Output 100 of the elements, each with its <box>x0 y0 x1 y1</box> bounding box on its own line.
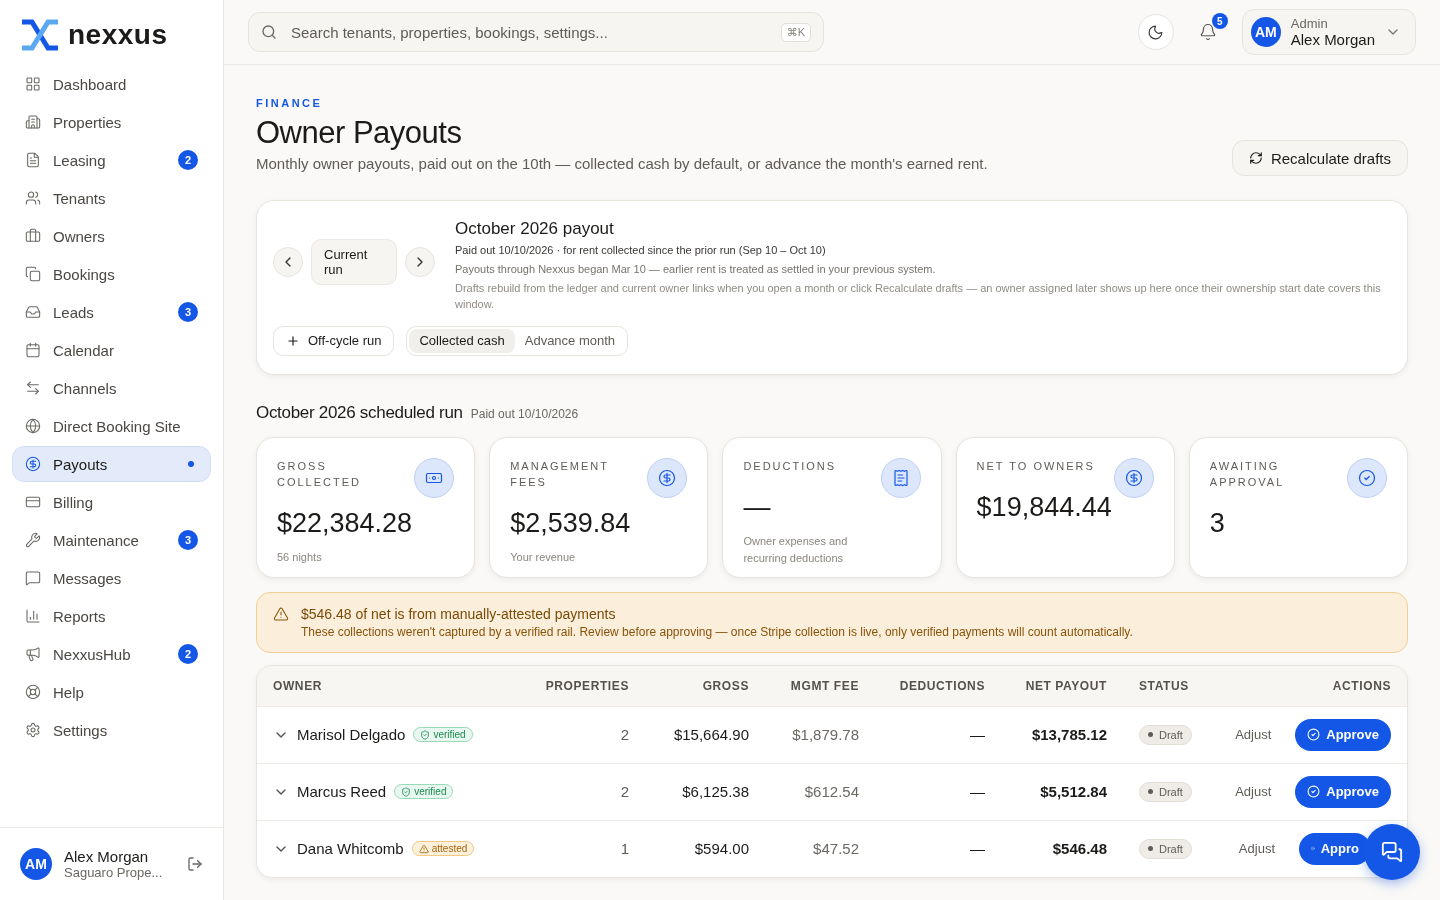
nav-icon <box>25 76 41 92</box>
chat-icon <box>1381 841 1403 863</box>
user-avatar: AM <box>1250 17 1281 47</box>
table-cell-text: 2 <box>619 726 629 744</box>
column-header: ACTIONS <box>1331 678 1391 693</box>
approve-button[interactable]: Approve <box>1295 775 1391 808</box>
active-dot <box>188 461 194 467</box>
nav-icon <box>25 608 41 624</box>
nav-icon <box>25 190 41 206</box>
adjust-button[interactable]: Adjust <box>1229 726 1278 744</box>
shield-check-icon <box>420 729 431 740</box>
nav-icon <box>25 418 41 434</box>
logo-icon <box>20 18 60 52</box>
search-input[interactable]: Search tenants, properties, bookings, settings... <box>289 22 769 42</box>
sidebar-item[interactable]: Dashboard <box>12 66 211 102</box>
nav-icon <box>25 570 41 586</box>
sidebar-item[interactable]: Properties <box>12 104 211 140</box>
nav-icon <box>25 722 41 738</box>
count-badge: 2 <box>178 644 198 664</box>
period-button[interactable]: Current run <box>311 239 397 285</box>
user-name: Alex Morgan <box>64 848 150 865</box>
shield-check-icon <box>401 786 412 797</box>
stat-note: Your revenue <box>510 549 577 565</box>
search-icon <box>261 24 277 40</box>
notification-count: 5 <box>1211 13 1228 29</box>
count-badge: 2 <box>178 150 198 170</box>
sidebar-item[interactable]: Maintenance 3 <box>12 522 211 558</box>
off-cycle-button[interactable]: Off-cycle run <box>273 325 395 356</box>
sidebar-item[interactable]: Tenants <box>12 180 211 216</box>
stat-note: 56 nights <box>277 549 323 565</box>
sidebar-item[interactable]: Billing <box>12 484 211 520</box>
table-cell-text: $594.00 <box>693 840 749 858</box>
moon-icon <box>1147 23 1165 41</box>
count-badge: 3 <box>178 302 198 322</box>
logout-icon[interactable] <box>187 856 203 872</box>
sidebar-item[interactable]: Channels <box>12 370 211 406</box>
status-pill: Draft <box>1139 838 1192 859</box>
stat-value: — <box>743 491 772 523</box>
stat-value: 3 <box>1209 507 1226 539</box>
sidebar-item[interactable]: Owners <box>12 218 211 254</box>
stat-label: GROSS COLLECTED <box>277 458 363 490</box>
stat-label: NET TO OWNERS <box>976 458 1096 474</box>
warning-icon <box>418 843 429 854</box>
table-cell-text: $6,125.38 <box>681 783 749 801</box>
chat-button[interactable] <box>1364 824 1420 880</box>
sidebar-item[interactable]: Leasing 2 <box>12 142 211 178</box>
payout-info: Payouts through Nexxus began Mar 10 — earlier rent is treated as settled in your previous system. <box>455 261 937 277</box>
sidebar-item[interactable]: Calendar <box>12 332 211 368</box>
mode-tab[interactable]: Advance month <box>514 328 626 353</box>
sidebar-item[interactable]: Help <box>12 674 211 710</box>
adjust-button[interactable]: Adjust <box>1232 840 1281 858</box>
nav-icon <box>25 304 41 320</box>
plus-icon <box>286 333 300 348</box>
search-bar[interactable]: Search tenants, properties, bookings, settings... ⌘K <box>248 12 824 52</box>
stat-label: MANAGEMENT FEES <box>510 458 610 490</box>
nav-icon <box>25 646 41 662</box>
sidebar-item[interactable]: Direct Booking Site <box>12 408 211 444</box>
payment-tag: verified <box>413 727 473 743</box>
previous-button[interactable] <box>273 247 303 277</box>
nav-icon <box>25 494 41 510</box>
user-name: Alex Morgan <box>1290 31 1375 48</box>
stat-note: Owner expenses and recurring deductions <box>743 533 849 566</box>
owner-name: Marcus Reed <box>297 783 387 801</box>
table-cell-text: — <box>969 783 985 801</box>
recalculate-button[interactable]: Recalculate drafts <box>1231 140 1408 176</box>
payment-tag: verified <box>394 784 454 800</box>
nav-icon <box>25 456 41 472</box>
approve-button[interactable]: Approve <box>1295 718 1391 751</box>
sidebar-item[interactable]: Leads 3 <box>12 294 211 330</box>
payout-info: Paid out 10/10/2026 · for rent collected since the prior run (Sep 10 – Oct 10) <box>455 243 827 258</box>
refresh-icon <box>1248 151 1263 165</box>
nav-icon <box>25 342 41 358</box>
table-cell-text: $612.54 <box>803 783 859 801</box>
table-cell-text: 2 <box>619 783 629 801</box>
stat-icon <box>1347 457 1387 498</box>
warning-icon <box>273 605 289 622</box>
section-eyebrow: FINANCE <box>256 97 324 109</box>
sidebar-item[interactable]: Reports <box>12 598 211 634</box>
sidebar-item[interactable]: Payouts <box>12 446 211 482</box>
stat-label: AWAITING APPROVAL <box>1209 458 1286 490</box>
mode-tab[interactable]: Collected cash <box>409 328 515 353</box>
warning-title: $546.48 of net is from manually-attested payments <box>301 605 617 622</box>
sidebar-item[interactable]: Bookings <box>12 256 211 292</box>
stat-value: $19,844.44 <box>976 491 1113 523</box>
status-pill: Draft <box>1139 724 1192 745</box>
next-button[interactable] <box>405 247 435 277</box>
page-title: Owner Payouts <box>256 115 463 151</box>
table-cell-text: $47.52 <box>812 840 859 858</box>
sidebar-item[interactable]: Messages <box>12 560 211 596</box>
owner-name: Dana Whitcomb <box>297 840 404 858</box>
adjust-button[interactable]: Adjust <box>1229 783 1278 801</box>
notifications-button[interactable]: 5 <box>1189 14 1226 50</box>
nav-icon <box>25 228 41 244</box>
table-cell-text: $546.48 <box>1051 840 1107 858</box>
sidebar-item[interactable]: NexxusHub 2 <box>12 636 211 672</box>
sidebar-item[interactable]: Settings <box>12 712 211 748</box>
column-header: GROSS <box>701 678 749 693</box>
theme-toggle[interactable] <box>1137 14 1174 50</box>
table-cell-text: — <box>969 726 985 744</box>
payout-info: Drafts rebuild from the ledger and current owner links when you open a month or click Recalculate drafts — an owner assigned later shows up here once their ownership start date covers this window. <box>455 280 1382 312</box>
